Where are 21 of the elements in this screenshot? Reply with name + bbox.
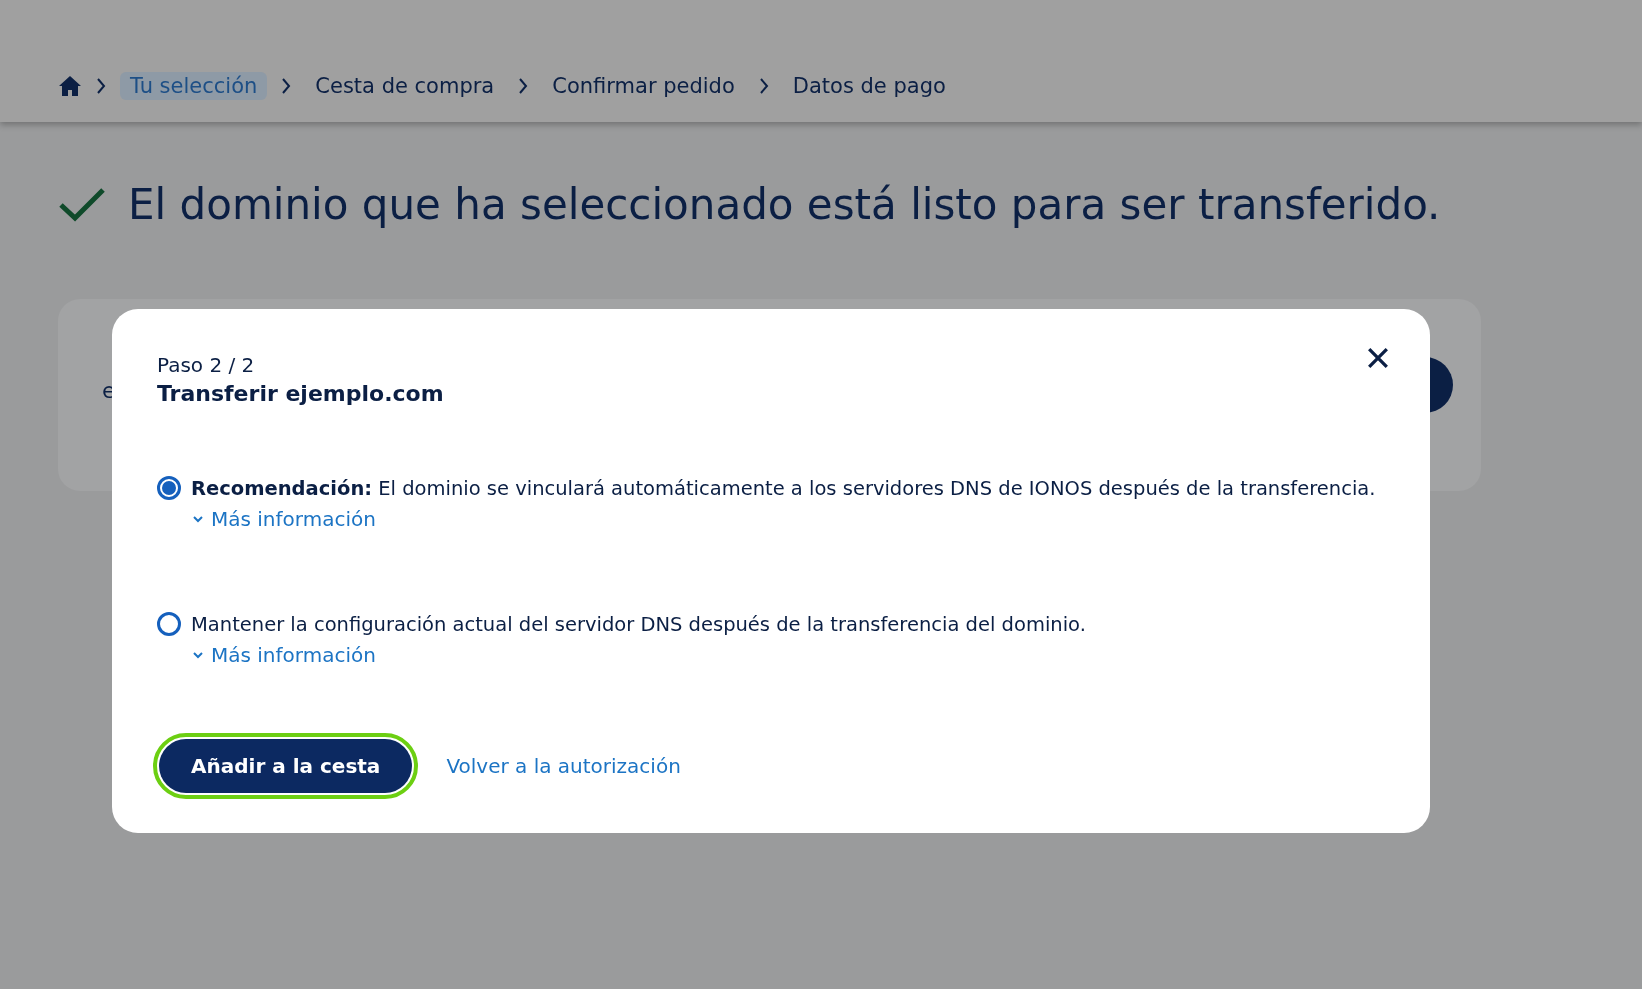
chevron-down-icon <box>193 651 203 659</box>
chevron-down-icon <box>193 515 203 523</box>
chevron-right-icon <box>518 77 529 95</box>
more-info-link[interactable]: Más información <box>193 643 376 667</box>
radio-button[interactable] <box>157 612 181 636</box>
back-link[interactable]: Volver a la autorización <box>446 754 681 778</box>
page-heading: El dominio que ha seleccionado está listo para ser transferido. <box>128 180 1441 229</box>
radio-button[interactable] <box>157 476 181 500</box>
more-info-link[interactable]: Más información <box>193 507 376 531</box>
checkmark-icon <box>58 186 106 223</box>
step-counter: Paso 2 / 2 <box>157 353 256 377</box>
home-icon[interactable] <box>58 75 82 97</box>
chevron-right-icon <box>281 77 292 95</box>
dialog-title: Transferir ejemplo.com <box>157 381 444 406</box>
option-label: Recomendación: El dominio se vinculará automáticamente a los servidores DNS de IONOS después de la transferencia. <box>191 477 1376 501</box>
breadcrumb-link[interactable]: Cesta de compra <box>305 72 505 100</box>
chevron-right-icon <box>758 77 769 95</box>
chevron-right-icon <box>96 77 106 95</box>
breadcrumb-link[interactable]: Confirmar pedido <box>542 72 745 100</box>
option-label: Mantener la configuración actual del servidor DNS después de la transferencia del dominio. <box>191 613 1086 637</box>
breadcrumb-link[interactable]: Datos de pago <box>782 72 956 100</box>
